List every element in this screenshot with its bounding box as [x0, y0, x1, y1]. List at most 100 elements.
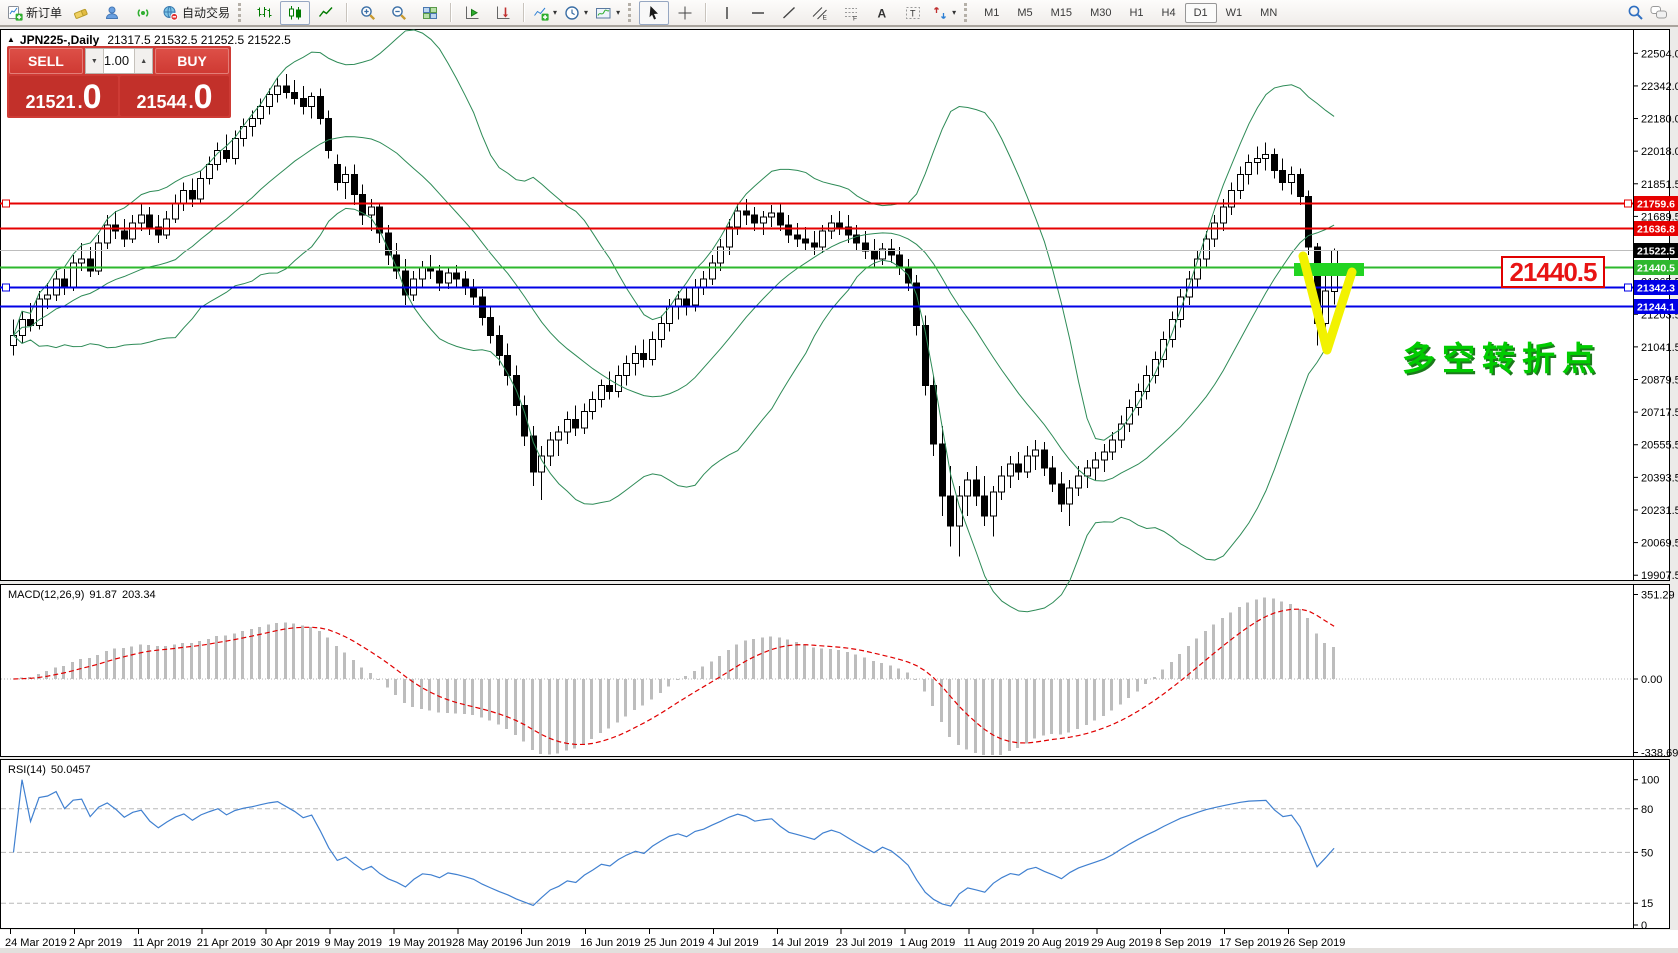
zoom-in-button[interactable] — [353, 1, 383, 25]
macd-name: MACD(12,26,9) — [8, 589, 84, 601]
svg-text:2 Apr 2019: 2 Apr 2019 — [69, 937, 122, 949]
timeframe-toolbar: M1M5M15M30H1H4D1W1MN — [975, 3, 1286, 23]
collapse-icon[interactable]: ▲ — [7, 35, 15, 44]
arrows-button[interactable]: ▾ — [929, 1, 959, 25]
timeframe-button-M30[interactable]: M30 — [1081, 3, 1120, 23]
svg-text:21041.5: 21041.5 — [1641, 342, 1678, 354]
auto-trading-label: 自动交易 — [182, 4, 230, 21]
timeframe-button-M15[interactable]: M15 — [1042, 3, 1081, 23]
svg-text:4 Jul 2019: 4 Jul 2019 — [708, 937, 759, 949]
toolbar-drag-handle[interactable] — [238, 3, 244, 22]
templates-icon — [595, 5, 612, 21]
equidistant-channel-icon: E — [812, 5, 828, 21]
line-chart-button[interactable] — [311, 1, 341, 25]
cursor-icon — [646, 5, 662, 21]
candlestick-chart-button[interactable] — [280, 1, 310, 25]
cursor-button[interactable] — [639, 1, 669, 25]
rsi-label: RSI(14) 50.0457 — [8, 764, 96, 776]
volume-input[interactable]: 1.00 — [104, 49, 134, 73]
templates-button[interactable]: ▾ — [592, 1, 623, 25]
svg-text:22504.0: 22504.0 — [1641, 48, 1678, 60]
community-icon — [104, 5, 120, 21]
trendline-icon — [781, 5, 797, 21]
timeframe-button-H1[interactable]: H1 — [1120, 3, 1152, 23]
horizontal-line-button[interactable] — [743, 1, 773, 25]
equidistant-channel-button[interactable]: E — [805, 1, 835, 25]
text-label-button[interactable]: T — [898, 1, 928, 25]
svg-text:28 May 2019: 28 May 2019 — [452, 937, 516, 949]
tile-windows-button[interactable] — [415, 1, 445, 25]
vertical-line-button[interactable] — [712, 1, 742, 25]
bar-chart-icon — [256, 5, 272, 21]
crosshair-button[interactable] — [670, 1, 700, 25]
chart-canvas[interactable]: 22504.022342.022180.022018.021851.521689… — [0, 27, 1678, 953]
svg-text:20717.5: 20717.5 — [1641, 407, 1678, 419]
svg-text:22180.0: 22180.0 — [1641, 114, 1678, 126]
fibonacci-button[interactable]: F — [836, 1, 866, 25]
buy-price-pip: 0 — [194, 80, 213, 114]
svg-text:21 Apr 2019: 21 Apr 2019 — [197, 937, 256, 949]
turning-point-note[interactable]: 多空转折点 — [1402, 332, 1602, 380]
svg-text:E: E — [823, 14, 828, 21]
buy-button[interactable]: BUY — [155, 48, 229, 74]
macd-label: MACD(12,26,9)91.87203.34 — [8, 589, 161, 601]
fibonacci-icon: F — [843, 5, 859, 21]
periods-button[interactable]: ▾ — [561, 1, 591, 25]
sell-price[interactable]: 21521.0 — [9, 76, 118, 116]
chat-icon[interactable] — [1650, 5, 1668, 20]
buy-price[interactable]: 21544.0 — [120, 76, 229, 116]
signals-icon — [135, 5, 151, 21]
svg-text:30 Apr 2019: 30 Apr 2019 — [261, 937, 320, 949]
auto-trading-button[interactable]: 自动交易 — [159, 1, 233, 25]
svg-text:20393.5: 20393.5 — [1641, 472, 1678, 484]
ohlc-values: 21317.5 21532.5 21252.5 21522.5 — [107, 33, 291, 47]
indicators-icon — [533, 5, 549, 21]
chart-shift-button[interactable] — [488, 1, 518, 25]
toolbar-drag-handle[interactable] — [628, 3, 634, 22]
timeframe-button-M5[interactable]: M5 — [1008, 3, 1041, 23]
svg-text:21851.5: 21851.5 — [1641, 179, 1678, 191]
timeframe-button-MN[interactable]: MN — [1251, 3, 1286, 23]
zoom-out-button[interactable] — [384, 1, 414, 25]
indicators-button[interactable]: ▾ — [530, 1, 560, 25]
main-toolbar: 新订单 自动交易 — [0, 0, 1678, 27]
community-button[interactable] — [97, 1, 127, 25]
tile-windows-icon — [422, 5, 438, 21]
chart-shift-icon — [495, 5, 511, 21]
svg-text:20231.5: 20231.5 — [1641, 505, 1678, 517]
volume-decrease-button[interactable]: ▼ — [86, 49, 104, 73]
svg-text:25 Jun 2019: 25 Jun 2019 — [644, 937, 705, 949]
svg-text:21522.5: 21522.5 — [1637, 246, 1675, 258]
auto-scroll-button[interactable] — [457, 1, 487, 25]
signals-button[interactable] — [128, 1, 158, 25]
sell-button[interactable]: SELL — [9, 48, 83, 74]
svg-text:-338.69: -338.69 — [1641, 748, 1678, 760]
svg-text:15: 15 — [1641, 898, 1653, 910]
svg-text:19907.5: 19907.5 — [1641, 570, 1678, 582]
svg-text:6 Jun 2019: 6 Jun 2019 — [516, 937, 570, 949]
candlestick-chart-icon — [287, 5, 303, 21]
svg-text:21342.3: 21342.3 — [1637, 283, 1675, 295]
rsi-name: RSI(14) — [8, 764, 46, 776]
eraser-button[interactable] — [66, 1, 96, 25]
volume-increase-button[interactable]: ▲ — [134, 49, 152, 73]
svg-text:0.00: 0.00 — [1641, 674, 1662, 686]
price-callout-box[interactable]: 21440.5 — [1501, 256, 1605, 288]
trendline-button[interactable] — [774, 1, 804, 25]
rsi-value: 50.0457 — [51, 764, 91, 776]
timeframe-button-M1[interactable]: M1 — [975, 3, 1008, 23]
vertical-line-icon — [719, 5, 735, 21]
svg-text:21636.8: 21636.8 — [1637, 224, 1675, 236]
timeframe-button-D1[interactable]: D1 — [1185, 3, 1217, 23]
macd-signal-value: 203.34 — [122, 589, 156, 601]
new-order-button[interactable]: 新订单 — [4, 1, 65, 25]
search-icon[interactable] — [1627, 4, 1644, 21]
timeframe-button-H4[interactable]: H4 — [1153, 3, 1185, 23]
chevron-down-icon: ▾ — [616, 8, 620, 17]
toolbar-drag-handle[interactable] — [964, 3, 970, 22]
svg-text:22018.0: 22018.0 — [1641, 146, 1678, 158]
text-button[interactable]: A — [867, 1, 897, 25]
bar-chart-button[interactable] — [249, 1, 279, 25]
timeframe-button-W1[interactable]: W1 — [1217, 3, 1252, 23]
zoom-in-icon — [360, 5, 376, 21]
